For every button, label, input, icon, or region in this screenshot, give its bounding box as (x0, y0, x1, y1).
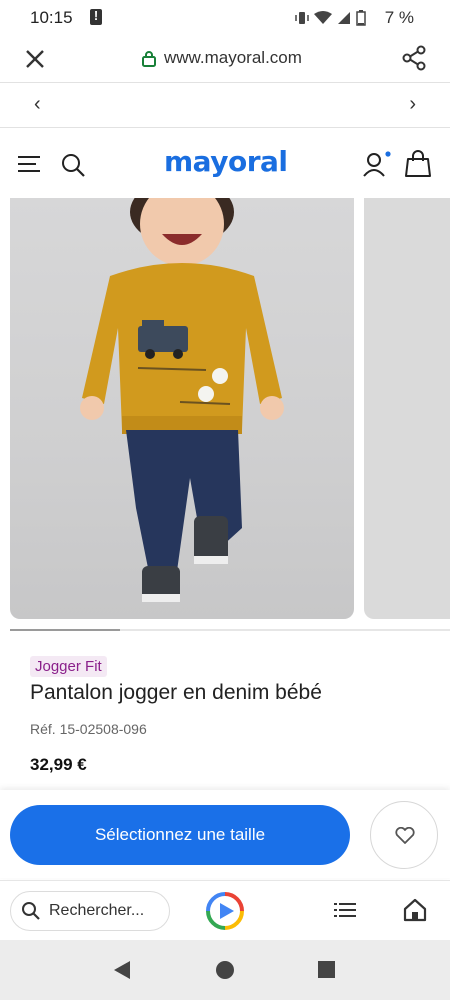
search-icon (22, 902, 40, 920)
shopping-bag-icon[interactable] (404, 150, 432, 178)
close-tab-button[interactable] (22, 46, 48, 72)
product-photo[interactable] (10, 198, 354, 619)
gallery-progress-fill (10, 629, 120, 631)
site-logo[interactable]: mayoral (164, 145, 288, 178)
url-text: www.mayoral.com (164, 48, 302, 67)
heart-icon (395, 827, 415, 844)
fit-tag: Jogger Fit (30, 656, 107, 677)
browser-search-box[interactable]: Rechercher... (10, 891, 170, 931)
carousel-nav-row: ‹ › (0, 82, 450, 128)
vibrate-icon (295, 12, 309, 24)
battery-percent: 7 % (384, 8, 414, 27)
home-circle-icon[interactable] (216, 961, 234, 979)
lock-icon (142, 50, 156, 67)
select-size-button[interactable]: Sélectionnez une taille (10, 805, 350, 865)
alert-icon (90, 8, 102, 25)
play-logo-icon (206, 892, 244, 930)
product-price: 32,99 € (30, 755, 87, 774)
home-icon[interactable] (402, 897, 428, 923)
browser-url-bar: www.mayoral.com (0, 36, 450, 81)
product-reference: Réf. 15-02508-096 (30, 721, 147, 737)
list-icon[interactable] (334, 901, 356, 919)
previous-arrow-button[interactable]: ‹ (34, 93, 41, 116)
assistant-play-button[interactable] (205, 891, 245, 931)
next-product-photo[interactable] (364, 198, 450, 619)
back-icon[interactable] (112, 960, 132, 980)
search-icon[interactable] (60, 152, 86, 178)
share-icon (402, 45, 426, 71)
account-icon[interactable] (362, 150, 391, 178)
browser-bottom-toolbar: Rechercher... (0, 880, 450, 940)
next-arrow-button[interactable]: › (409, 93, 416, 116)
wishlist-button[interactable] (370, 801, 438, 869)
recents-square-icon[interactable] (318, 961, 335, 978)
close-icon (26, 50, 44, 68)
gallery-progress (10, 629, 450, 631)
menu-icon[interactable] (18, 154, 40, 174)
product-gallery[interactable] (0, 198, 450, 620)
url-field[interactable]: www.mayoral.com (142, 48, 302, 68)
product-photo-illustration (80, 198, 284, 602)
signal-icon (338, 12, 350, 24)
site-header: mayoral (0, 140, 450, 190)
status-bar: 10:15 7 % (0, 0, 450, 36)
browser-search-placeholder: Rechercher... (49, 902, 145, 919)
purchase-action-bar: Sélectionnez une taille (0, 790, 450, 878)
status-icons (295, 10, 366, 26)
product-title: Pantalon jogger en denim bébé (30, 681, 322, 704)
share-button[interactable] (400, 44, 428, 72)
android-navigation-bar (0, 940, 450, 1000)
wifi-icon (314, 11, 332, 24)
battery-icon (356, 10, 366, 26)
status-time: 10:15 (30, 8, 73, 27)
